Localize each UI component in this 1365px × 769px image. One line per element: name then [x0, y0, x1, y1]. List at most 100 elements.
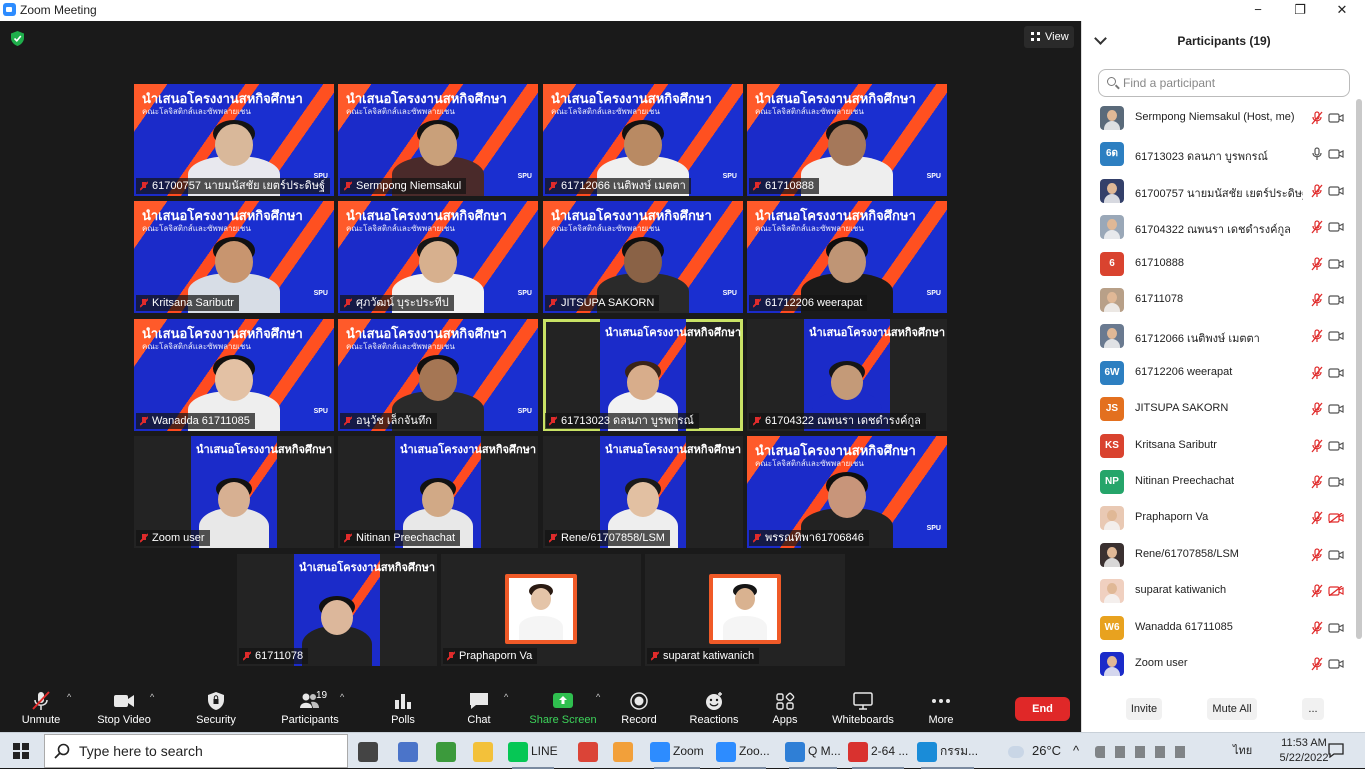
video-tile[interactable]: นำเสนอโครงงานสหกิจศึกษา 61713023 ดลนภา บู… [543, 319, 743, 431]
end-meeting-button[interactable]: End [1015, 697, 1070, 721]
video-camera-icon[interactable] [1328, 186, 1344, 196]
polls-button[interactable]: Polls [368, 685, 438, 732]
participant-row[interactable]: Zoom user [1082, 646, 1354, 682]
participant-row[interactable]: NP Nitinan Preechachat [1082, 464, 1354, 500]
video-camera-icon[interactable] [1328, 477, 1344, 487]
video-tile[interactable]: นำเสนอโครงงานสหกิจศึกษา คณะโลจิสติกส์และซ… [134, 201, 334, 313]
security-button[interactable]: Security [180, 685, 252, 732]
participant-row[interactable]: Sermpong Niemsakul (Host, me) [1082, 100, 1354, 136]
view-button[interactable]: View [1024, 26, 1074, 48]
encryption-shield-icon[interactable] [11, 31, 24, 46]
video-camera-icon[interactable] [1328, 295, 1344, 305]
taskbar-zoom-app[interactable]: Zoo... [716, 733, 770, 769]
participant-row[interactable]: suparat katiwanich [1082, 573, 1354, 609]
weather-temperature[interactable]: 26°C [1032, 733, 1061, 769]
taskbar-edge-app[interactable]: กรรม... [917, 733, 978, 769]
chevron-up-icon[interactable]: ^ [596, 692, 600, 702]
close-button[interactable]: ✕ [1320, 0, 1364, 21]
mic-muted-icon[interactable] [1310, 438, 1324, 453]
video-tile[interactable]: นำเสนอโครงงานสหกิจศึกษา คณะโลจิสติกส์และซ… [543, 84, 743, 196]
video-tile[interactable]: นำเสนอโครงงานสหกิจศึกษา Rene/61707858/LSM [543, 436, 743, 548]
video-tile[interactable]: นำเสนอโครงงานสหกิจศึกษา คณะโลจิสติกส์และซ… [338, 319, 538, 431]
chevron-up-icon[interactable]: ^ [67, 692, 71, 702]
participants-button[interactable]: 19 Participants ^ [270, 685, 350, 732]
participant-row[interactable]: 61712066 เนติพงษ์ เมตตา [1082, 318, 1354, 354]
participant-row[interactable]: KS Kritsana Saributr [1082, 428, 1354, 464]
input-language[interactable]: ไทย [1233, 733, 1252, 769]
weather-icon[interactable] [1008, 733, 1027, 769]
video-camera-icon[interactable] [1328, 113, 1344, 123]
video-tile[interactable]: นำเสนอโครงงานสหกิจศึกษา 61711078 [237, 554, 437, 666]
chevron-up-icon[interactable]: ^ [340, 692, 344, 702]
participant-row[interactable]: 61700757 นายมนัสชัย เยตร์ประดิษฐ์ [1082, 173, 1354, 209]
windows-start-icon[interactable] [13, 743, 29, 759]
mic-muted-icon[interactable] [1310, 293, 1324, 307]
mic-muted-icon[interactable] [1310, 511, 1324, 525]
maximize-button[interactable]: ❐ [1278, 0, 1322, 21]
participant-row[interactable]: 6 61710888 [1082, 246, 1354, 282]
chevron-up-icon[interactable]: ^ [150, 692, 154, 702]
panel-more-button[interactable]: ... [1302, 698, 1324, 720]
stop-video-button[interactable]: Stop Video ^ [88, 685, 160, 732]
participant-search-input[interactable]: Find a participant [1098, 69, 1350, 97]
more-button[interactable]: More [905, 685, 977, 732]
participant-row[interactable]: Rene/61707858/LSM [1082, 537, 1354, 573]
collapse-chevron-icon[interactable] [1094, 32, 1107, 45]
video-off-icon[interactable] [1328, 513, 1344, 524]
taskbar-line-app[interactable]: LINE [508, 733, 558, 769]
invite-button[interactable]: Invite [1126, 698, 1162, 720]
taskbar-chrome-app[interactable] [578, 733, 601, 769]
video-tile[interactable]: นำเสนอโครงงานสหกิจศึกษา 61704322 ณพนรา เด… [747, 319, 947, 431]
reactions-button[interactable]: Reactions [678, 685, 750, 732]
tray-chevron-icon[interactable]: ^ [1073, 733, 1079, 769]
participant-row[interactable]: 61704322 ณพนรา เดชดำรงค์กูล [1082, 209, 1354, 245]
mic-muted-icon[interactable] [1310, 256, 1324, 271]
mic-muted-icon[interactable] [1310, 220, 1324, 234]
taskbar-app-app[interactable] [398, 733, 421, 769]
video-tile[interactable]: นำเสนอโครงงานสหกิจศึกษา คณะโลจิสติกส์และซ… [543, 201, 743, 313]
panel-scrollbar[interactable] [1356, 99, 1362, 639]
mic-muted-icon[interactable] [1310, 548, 1324, 562]
participant-row[interactable]: JS JITSUPA SAKORN [1082, 391, 1354, 427]
video-tile[interactable]: นำเสนอโครงงานสหกิจศึกษา คณะโลจิสติกส์และซ… [747, 436, 947, 548]
video-tile[interactable]: suparat katiwanich [645, 554, 845, 666]
taskbar-pdf-app[interactable]: 2-64 ... [848, 733, 908, 769]
mic-muted-icon[interactable] [1310, 402, 1324, 416]
record-button[interactable]: Record [603, 685, 675, 732]
video-tile[interactable]: นำเสนอโครงงานสหกิจศึกษา Nitinan Preechach… [338, 436, 538, 548]
mic-muted-icon[interactable] [1310, 111, 1324, 125]
whiteboards-button[interactable]: Whiteboards [820, 685, 906, 732]
video-camera-icon[interactable] [1328, 404, 1344, 414]
taskbar-ie-app[interactable]: Q M... [785, 733, 841, 769]
video-camera-icon[interactable] [1328, 149, 1344, 159]
unmute-button[interactable]: Unmute ^ [5, 685, 77, 732]
video-tile[interactable]: นำเสนอโครงงานสหกิจศึกษา คณะโลจิสติกส์และซ… [338, 84, 538, 196]
notification-icon[interactable] [1328, 743, 1344, 758]
video-camera-icon[interactable] [1328, 659, 1344, 669]
chat-button[interactable]: Chat ^ [444, 685, 514, 732]
participant-row[interactable]: Praphaporn Va [1082, 500, 1354, 536]
participant-row[interactable]: 61711078 [1082, 282, 1354, 318]
taskbar-clock[interactable]: 11:53 AM 5/22/2022 [1276, 736, 1332, 766]
taskbar-search-input[interactable]: Type here to search [44, 734, 348, 768]
participant-row[interactable]: 6ด 61713023 ดลนภา บูรพกรณ์ [1082, 136, 1354, 172]
mic-muted-icon[interactable] [1310, 475, 1324, 489]
video-tile[interactable]: Praphaporn Va [441, 554, 641, 666]
video-tile[interactable]: นำเสนอโครงงานสหกิจศึกษา คณะโลจิสติกส์และซ… [134, 319, 334, 431]
video-camera-icon[interactable] [1328, 222, 1344, 232]
taskbar-app-app[interactable] [613, 733, 636, 769]
apps-button[interactable]: Apps [749, 685, 821, 732]
taskbar-task-view-app[interactable] [358, 733, 381, 769]
participant-row[interactable]: W6 Wanadda 61711085 [1082, 610, 1354, 646]
video-camera-icon[interactable] [1328, 622, 1344, 633]
taskbar-folder-app[interactable] [473, 733, 496, 769]
mic-muted-icon[interactable] [1310, 584, 1324, 598]
participant-row[interactable]: 6W 61712206 weerapat [1082, 355, 1354, 391]
taskbar-spreadsheet-app[interactable] [436, 733, 459, 769]
video-tile[interactable]: นำเสนอโครงงานสหกิจศึกษา Zoom user [134, 436, 334, 548]
chevron-up-icon[interactable]: ^ [504, 692, 508, 702]
video-camera-icon[interactable] [1328, 258, 1344, 269]
video-camera-icon[interactable] [1328, 331, 1344, 341]
video-tile[interactable]: นำเสนอโครงงานสหกิจศึกษา คณะโลจิสติกส์และซ… [747, 84, 947, 196]
video-camera-icon[interactable] [1328, 368, 1344, 378]
